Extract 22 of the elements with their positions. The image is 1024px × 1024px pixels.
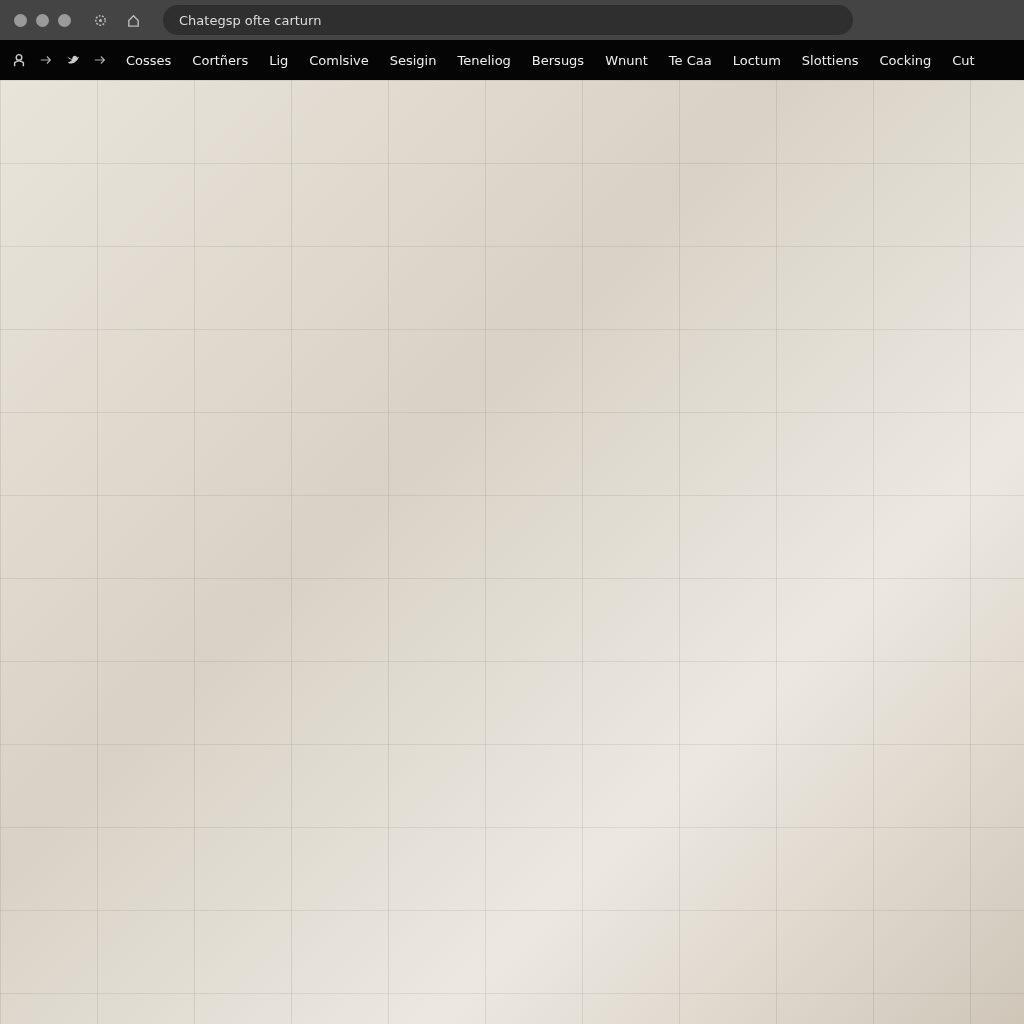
nav-link[interactable]: Loctum [732, 52, 781, 68]
person-icon[interactable] [12, 53, 26, 67]
nav-link[interactable]: Slottiens [801, 52, 859, 68]
nav-link[interactable]: Cosses [126, 52, 172, 68]
gear-icon[interactable] [93, 12, 108, 28]
arrow-right-icon[interactable] [39, 53, 53, 67]
home-icon[interactable] [126, 12, 141, 28]
nav-link[interactable]: Cocking [879, 52, 932, 68]
nav-link[interactable]: Sesigin [389, 52, 437, 68]
window-control-icon[interactable] [36, 13, 49, 27]
nav-link[interactable]: Lig [269, 52, 289, 68]
window-control-icon[interactable] [58, 13, 71, 27]
nav-link[interactable]: Comlsive [309, 52, 369, 68]
nav-link[interactable]: Teneliog [457, 52, 511, 68]
nav-link[interactable]: Te Caa [668, 52, 712, 68]
address-bar[interactable]: Chategsp ofte carturn [163, 5, 853, 35]
nav-link[interactable]: Wnunt [605, 52, 648, 68]
nav-link[interactable]: Cut [952, 52, 975, 68]
nav-link[interactable]: Cortñers [192, 52, 249, 68]
nav-link[interactable]: Bersugs [531, 52, 585, 68]
window-control-icon[interactable] [14, 13, 27, 27]
arrow-right-icon[interactable] [93, 53, 107, 67]
